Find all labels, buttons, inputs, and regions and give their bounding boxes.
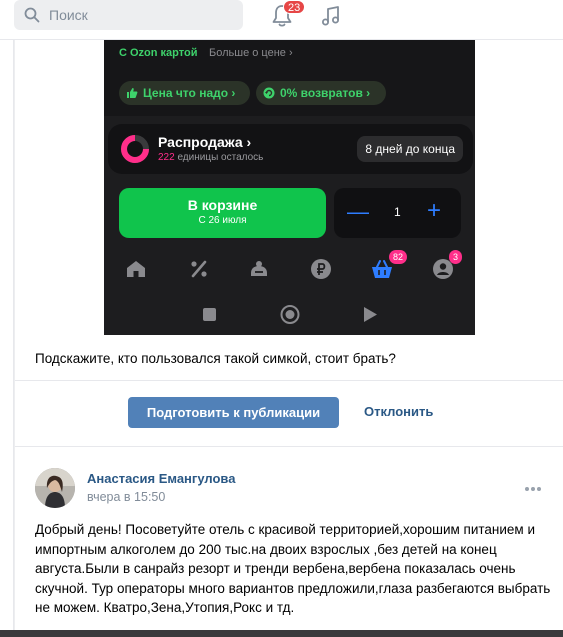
sale-subtitle: 222 единицы осталось (158, 152, 263, 163)
quantity-value: 1 (394, 205, 401, 219)
image-strip (0, 630, 563, 637)
bank-tab-icon (309, 258, 333, 280)
in-cart-label: В корзине (187, 197, 258, 213)
profile-count-badge: 3 (449, 250, 463, 264)
search-input[interactable] (49, 7, 229, 23)
sale-ring-icon (121, 135, 149, 163)
plus-icon: + (427, 197, 442, 224)
post-time[interactable]: вчера в 15:50 (87, 490, 165, 504)
decline-button[interactable]: Отклонить (364, 404, 433, 419)
more-price-link: Больше о цене › (209, 47, 293, 59)
home-tab-icon (124, 258, 148, 280)
ozon-card-label: С Ozon картой (119, 47, 198, 59)
returns-pill-label: 0% возвратов › (280, 86, 371, 100)
post-screenshot: С Ozon картой Больше о цене › Цена что н… (104, 40, 475, 335)
more-options-icon[interactable] (524, 486, 542, 492)
badges-row: Цена что надо › 0% возвратов › (104, 68, 475, 116)
minus-icon: — (347, 199, 369, 224)
price-strip: С Ozon картой Больше о цене › (104, 40, 475, 68)
prepare-publication-button[interactable]: Подготовить к публикации (128, 397, 339, 428)
left-rail (0, 40, 14, 637)
sale-title: Распродажа › (158, 134, 252, 150)
android-nav-bar (203, 305, 377, 324)
back-icon (364, 307, 377, 322)
search-icon (24, 7, 40, 23)
returns-pill: 0% возвратов › (256, 81, 386, 105)
post-divider (15, 446, 563, 447)
sale-units: единицы осталось (177, 152, 264, 163)
post-author[interactable]: Анастасия Емангулова (87, 471, 235, 486)
sale-days-badge: 8 дней до конца (357, 136, 463, 162)
sale-row: Распродажа › 222 единицы осталось 8 дней… (108, 124, 473, 174)
return-icon (263, 87, 275, 99)
cart-count-badge: 82 (389, 250, 408, 264)
avatar[interactable] (35, 468, 75, 508)
post-text: Добрый день! Посоветуйте отель с красиво… (35, 522, 551, 615)
price-pill: Цена что надо › (119, 81, 250, 105)
thumbs-up-icon (127, 88, 138, 98)
search-box[interactable] (14, 0, 243, 30)
recents-icon (203, 308, 216, 321)
sale-count: 222 (158, 152, 175, 163)
music-icon[interactable] (320, 5, 342, 27)
in-cart-button: В корзине С 26 июля (119, 188, 326, 238)
post-question: Подскажите, кто пользовался такой симкой… (35, 351, 396, 366)
price-pill-label: Цена что надо › (143, 86, 236, 100)
discount-tab-icon (187, 258, 211, 280)
quantity-stepper: — 1 + (334, 188, 461, 238)
fresh-tab-icon (247, 258, 271, 280)
notifications-badge: 23 (283, 0, 306, 14)
suggested-posts-card: С Ozon картой Больше о цене › Цена что н… (15, 40, 563, 637)
top-bar: 23 (0, 0, 563, 40)
separator (15, 380, 563, 381)
in-cart-date: С 26 июля (198, 215, 247, 226)
